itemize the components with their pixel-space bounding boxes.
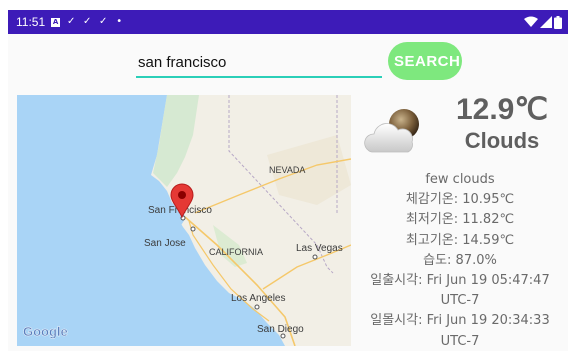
map-label-san-diego: San Diego xyxy=(257,324,304,335)
city-dot xyxy=(312,254,318,260)
city-search-input[interactable] xyxy=(136,50,382,78)
notification-a-icon: A xyxy=(51,17,61,27)
sunrise-timezone: UTC-7 xyxy=(440,293,480,309)
notification-check-icon: ✓ xyxy=(82,16,92,27)
map-canvas: NEVADA San Francisco San Jose CALIFORNIA… xyxy=(23,95,351,346)
humidity: 습도: 87.0% xyxy=(423,252,497,268)
weather-main: Clouds xyxy=(464,128,540,153)
sunset-timezone: UTC-7 xyxy=(440,333,480,349)
map-label-california: CALIFORNIA xyxy=(209,247,263,257)
temp-max: 최고기온: 14.59℃ xyxy=(405,232,515,248)
feels-like: 체감기온: 10.95℃ xyxy=(405,192,515,208)
temperature: 12.9℃ xyxy=(455,93,549,126)
sunset-time: 일몰시각: Fri Jun 19 20:34:33 xyxy=(370,313,550,329)
google-logo: Google xyxy=(23,324,68,339)
weather-panel: 12.9℃ Clouds few clouds 체감기온: 10.95℃ 최저기… xyxy=(352,90,568,351)
map-label-nevada: NEVADA xyxy=(269,165,305,175)
notification-dot-icon: • xyxy=(116,16,123,27)
app-screen: SEARCH NEVADA San Francisco San Jose CAL… xyxy=(8,34,568,351)
map-view[interactable]: NEVADA San Francisco San Jose CALIFORNIA… xyxy=(17,95,351,346)
weather-details: few clouds 체감기온: 10.95℃ 최저기온: 11.82℃ 최고기… xyxy=(352,170,568,352)
clouds-weather-icon xyxy=(364,109,419,153)
city-dot xyxy=(254,304,260,310)
status-time: 11:51 xyxy=(16,15,46,29)
map-label-los-angeles: Los Angeles xyxy=(231,293,286,304)
signal-icon xyxy=(540,16,552,28)
map-label-las-vegas: Las Vegas xyxy=(296,243,343,254)
sunrise-time: 일출시각: Fri Jun 19 05:47:47 xyxy=(370,273,550,289)
weather-description: few clouds xyxy=(425,172,495,187)
wifi-icon xyxy=(524,16,538,27)
notification-check-icon: ✓ xyxy=(98,16,108,27)
map-label-san-jose: San Jose xyxy=(144,238,186,249)
status-bar: 11:51 A ✓ ✓ ✓ • xyxy=(8,10,568,34)
temp-min: 최저기온: 11.82℃ xyxy=(405,212,515,228)
city-dot xyxy=(280,333,286,339)
search-button[interactable]: SEARCH xyxy=(388,42,462,80)
city-dot xyxy=(190,226,196,232)
battery-icon xyxy=(554,15,562,29)
search-row: SEARCH xyxy=(8,34,568,90)
notification-check-icon: ✓ xyxy=(66,16,76,27)
